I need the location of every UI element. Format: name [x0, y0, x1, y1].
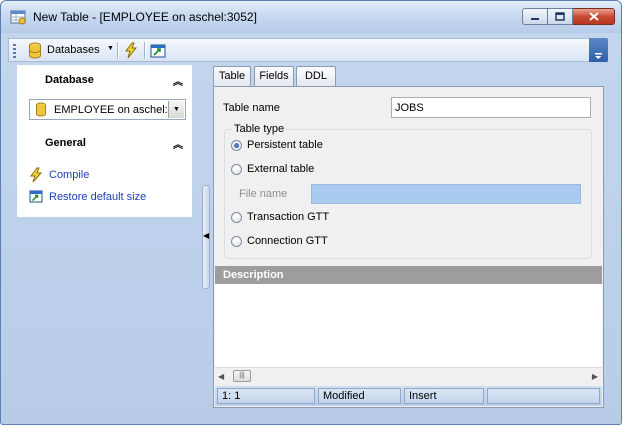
window-controls — [522, 8, 615, 26]
close-icon — [588, 12, 599, 21]
toolbar-grip[interactable] — [13, 44, 16, 58]
transaction-gtt-label[interactable]: Transaction GTT — [247, 211, 329, 223]
database-icon — [28, 42, 42, 62]
toolbar-separator — [144, 42, 146, 59]
external-table-label[interactable]: External table — [247, 163, 314, 175]
transaction-gtt-radio[interactable] — [231, 212, 242, 223]
toolbar-options-icon — [595, 53, 602, 59]
minimize-icon — [531, 17, 539, 20]
insert-mode-status: Insert — [404, 388, 484, 404]
restore-size-icon — [29, 190, 43, 207]
description-header: Description — [215, 266, 602, 284]
compile-link[interactable]: Compile — [49, 169, 89, 181]
table-tab-content: Table name Table type Persistent table E… — [213, 86, 604, 408]
lightning-icon — [29, 167, 43, 186]
minimize-button[interactable] — [522, 8, 548, 25]
file-name-field[interactable] — [311, 184, 581, 204]
general-section-header[interactable]: General ︽ — [17, 128, 192, 158]
description-editor[interactable] — [215, 284, 602, 367]
navigation-panel: Database ︽ EMPLOYEE on aschel: ▼ General… — [17, 65, 192, 217]
collapse-up-icon[interactable]: ︽ — [173, 73, 183, 88]
restore-size-button[interactable] — [148, 41, 168, 60]
file-name-label: File name — [239, 188, 288, 200]
persistent-table-label[interactable]: Persistent table — [247, 139, 323, 151]
table-name-input[interactable] — [391, 97, 591, 118]
modified-status: Modified — [318, 388, 401, 404]
close-button[interactable] — [573, 8, 615, 25]
general-section-title: General — [45, 137, 86, 149]
database-icon — [35, 102, 47, 120]
title-bar[interactable]: New Table - [EMPLOYEE on aschel:3052] — [1, 1, 621, 33]
database-select[interactable]: EMPLOYEE on aschel: ▼ — [29, 99, 186, 120]
selected-database: EMPLOYEE on aschel: — [54, 104, 168, 116]
window-title: New Table - [EMPLOYEE on aschel:3052] — [33, 10, 257, 24]
compile-button[interactable] — [121, 41, 141, 60]
collapse-left-icon[interactable]: ◀ — [203, 231, 209, 240]
tab-table[interactable]: Table — [213, 66, 251, 86]
table-type-group: Table type Persistent table External tab… — [224, 123, 592, 259]
lightning-icon — [125, 42, 138, 59]
editor-window: New Table - [EMPLOYEE on aschel:3052] Da… — [0, 0, 622, 425]
toolbar-options-button[interactable] — [589, 38, 608, 62]
table-type-label: Table type — [232, 123, 287, 135]
maximize-icon — [555, 12, 565, 21]
chevron-down-icon[interactable]: ▼ — [107, 45, 114, 52]
databases-menu-label[interactable]: Databases — [47, 44, 100, 56]
table-window-icon — [10, 9, 26, 25]
toolbar-separator — [117, 42, 119, 59]
connection-gtt-label[interactable]: Connection GTT — [247, 235, 328, 247]
database-section-header[interactable]: Database ︽ — [17, 65, 192, 95]
panel-splitter[interactable]: ◀ — [202, 185, 210, 289]
scroll-left-icon[interactable]: ◀ — [218, 372, 224, 381]
external-table-radio[interactable] — [231, 164, 242, 175]
cursor-position: 1: 1 — [217, 388, 315, 404]
status-bar: 1: 1 Modified Insert — [215, 386, 602, 406]
restore-default-size-link[interactable]: Restore default size — [49, 191, 146, 203]
connection-gtt-radio[interactable] — [231, 236, 242, 247]
table-name-label: Table name — [223, 102, 280, 114]
horizontal-scrollbar[interactable]: ◀ ||| ▶ — [215, 367, 602, 385]
tab-ddl[interactable]: DDL — [296, 66, 336, 86]
toolbar: Databases ▼ — [8, 38, 608, 62]
scroll-right-icon[interactable]: ▶ — [592, 372, 598, 381]
collapse-up-icon[interactable]: ︽ — [173, 136, 183, 151]
restore-size-icon — [150, 44, 166, 57]
chevron-down-icon[interactable]: ▼ — [168, 101, 184, 118]
persistent-table-radio[interactable] — [231, 140, 242, 151]
database-section-title: Database — [45, 74, 94, 86]
status-extra — [487, 388, 600, 404]
maximize-button[interactable] — [548, 8, 573, 25]
tab-fields[interactable]: Fields — [254, 66, 294, 86]
description-title: Description — [223, 269, 284, 281]
scrollbar-thumb[interactable]: ||| — [233, 370, 251, 382]
